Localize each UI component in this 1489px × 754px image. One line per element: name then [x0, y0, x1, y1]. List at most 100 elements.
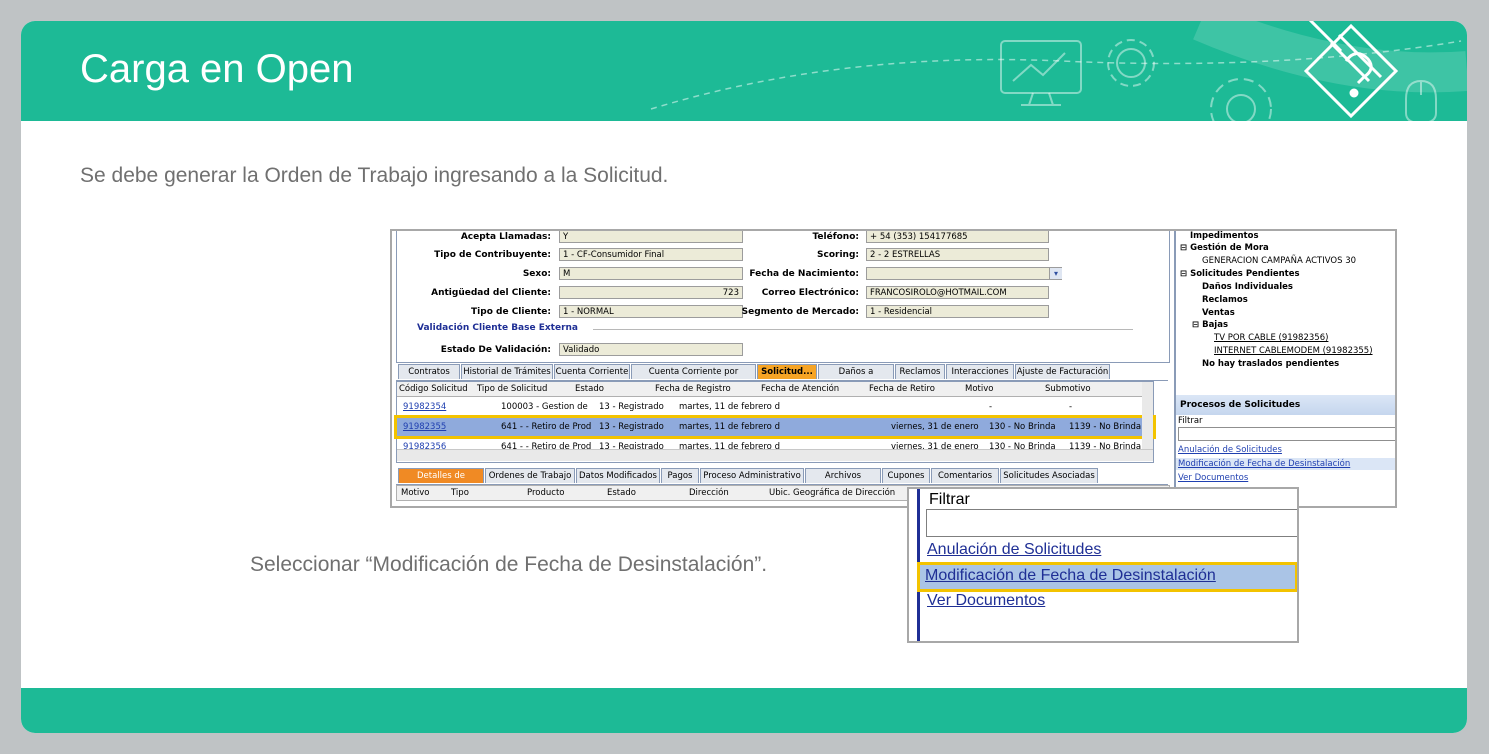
header-decoration-icon	[650, 21, 1467, 121]
grid-cell-motivo: -	[989, 402, 993, 412]
grid-header-cell[interactable]: Estado	[575, 382, 604, 396]
tree-pendientes[interactable]: ⊟ Solicitudes Pendientes	[1180, 269, 1300, 280]
field-antiguedad[interactable]: 723	[559, 286, 743, 299]
grid-header-cell[interactable]: Código Solicitud	[399, 382, 468, 396]
field-sexo[interactable]: M	[559, 267, 743, 280]
label-sexo: Sexo:	[522, 269, 551, 279]
tab-top-7[interactable]: Interacciones	[946, 364, 1014, 379]
section-divider	[593, 329, 1133, 330]
field-segmento[interactable]: 1 - Residencial	[866, 305, 1049, 318]
grid-cell-submotivo: -	[1069, 402, 1073, 412]
grid-cell-fecha-retiro: viernes, 31 de enero	[891, 422, 979, 432]
tab-bottom-7[interactable]: Comentarios	[931, 468, 999, 483]
tab-bottom-4[interactable]: Proceso Administrativo	[700, 468, 804, 483]
proc-ver-documentos[interactable]: Ver Documentos	[1178, 472, 1248, 484]
zoom-callout: Filtrar Anulación de Solicitudes Modific…	[907, 487, 1299, 643]
tab-bottom-2[interactable]: Datos Modificados	[576, 468, 660, 483]
procesos-filter-input[interactable]	[1178, 427, 1395, 441]
zoom-ver-documentos-link[interactable]: Ver Documentos	[927, 592, 1045, 610]
label-fecha-nacimiento: Fecha de Nacimiento:	[749, 269, 859, 279]
tree-campana[interactable]: GENERACION CAMPAÑA ACTIVOS 30	[1202, 256, 1356, 267]
procesos-header: Procesos de Solicitudes	[1176, 395, 1395, 415]
tab-top-6[interactable]: Reclamos	[895, 364, 945, 379]
tree-baja-tv[interactable]: TV POR CABLE (91982356)	[1214, 333, 1328, 344]
grid-header: Código Solicitud Tipo de Solicitud Estado F…	[397, 382, 1153, 397]
field-tipo-contribuyente[interactable]: 1 - CF-Consumidor Final	[559, 248, 743, 261]
grid-cell-motivo: 130 - No Brinda	[989, 422, 1056, 432]
tab-top-2[interactable]: Cuenta Corriente	[554, 364, 630, 379]
grid-cell-fecha-registro: martes, 11 de febrero d	[679, 402, 780, 412]
label-acepta-llamadas: Acepta Llamadas:	[460, 232, 551, 242]
label-segmento: Segmento de Mercado:	[741, 307, 859, 317]
grid-header-cell[interactable]: Motivo	[965, 382, 993, 396]
tree-danos[interactable]: Daños Individuales	[1202, 282, 1293, 293]
label-estado-validacion: Estado De Validación:	[440, 345, 551, 355]
label-scoring: Scoring:	[817, 250, 859, 260]
label-correo: Correo Electrónico:	[761, 288, 859, 298]
chevron-down-icon[interactable]: ▾	[1049, 268, 1062, 279]
table-row[interactable]: 91982354 100003 - Gestion de 13 - Registra…	[397, 398, 1153, 416]
detail-header-cell[interactable]: Motivo	[401, 486, 429, 500]
zoom-modificacion-link[interactable]: Modificación de Fecha de Desinstalación	[925, 567, 1216, 585]
zoom-anulacion-link[interactable]: Anulación de Solicitudes	[927, 541, 1101, 559]
detail-header-cell[interactable]: Tipo	[451, 486, 469, 500]
proc-modificacion-fecha[interactable]: Modificación de Fecha de Desinstalación	[1176, 458, 1395, 470]
table-row[interactable]: 91982355 641 - - Retiro de Prod 13 - Regis…	[394, 415, 1156, 439]
grid-cell-fecha-registro: martes, 11 de febrero d	[679, 422, 780, 432]
grid-header-cell[interactable]: Submotivo	[1045, 382, 1091, 396]
tab-top-8[interactable]: Ajuste de Facturación	[1015, 364, 1110, 379]
horizontal-scrollbar[interactable]	[397, 449, 1153, 461]
field-telefono[interactable]: + 54 (353) 154177685	[866, 231, 1049, 243]
field-fecha-nacimiento[interactable]	[866, 267, 1062, 280]
tree-pendientes-label: Solicitudes Pendientes	[1190, 269, 1300, 279]
field-estado-validacion[interactable]: Validado	[559, 343, 743, 356]
caption-text: Seleccionar “Modificación de Fecha de De…	[250, 553, 768, 576]
grid-header-cell[interactable]: Tipo de Solicitud	[477, 382, 547, 396]
tab-top-3[interactable]: Cuenta Corriente por Factura	[631, 364, 756, 392]
tree-bajas[interactable]: ⊟ Bajas	[1192, 320, 1228, 331]
field-acepta-llamadas[interactable]: Y	[559, 231, 743, 243]
tab-bottom-8[interactable]: Solicitudes Asociadas	[1000, 468, 1098, 483]
detail-header-cell[interactable]: Producto	[527, 486, 564, 500]
slide-title: Carga en Open	[80, 47, 354, 91]
field-tipo-cliente[interactable]: 1 - NORMAL	[559, 305, 743, 318]
tree-reclamos[interactable]: Reclamos	[1202, 295, 1248, 306]
tab-top-0[interactable]: Contratos	[398, 364, 460, 379]
grid-header-cell[interactable]: Fecha de Registro	[655, 382, 731, 396]
tab-top-1[interactable]: Historial de Trámites	[461, 364, 553, 379]
instruction-text: Se debe generar la Orden de Trabajo ingr…	[80, 164, 669, 187]
detail-header-cell[interactable]: Estado	[607, 486, 636, 500]
detail-header-cell[interactable]: Ubic. Geográfica de Dirección	[769, 486, 895, 500]
grid-cell-codigo[interactable]: 91982354	[403, 400, 446, 414]
tree-impedimentos[interactable]: Impedimentos	[1190, 231, 1259, 242]
grid-header-cell[interactable]: Fecha de Atención	[761, 382, 839, 396]
grid-cell-codigo[interactable]: 91982355	[403, 420, 446, 434]
tab-bottom-6[interactable]: Cupones	[882, 468, 930, 483]
tab-bottom-3[interactable]: Pagos	[661, 468, 699, 483]
tab-bottom-1[interactable]: Ordenes de Trabajo	[485, 468, 575, 483]
section-validacion: Validación Cliente Base Externa	[417, 323, 579, 333]
slide: Carga en Open Se debe generar la Orden d…	[21, 21, 1467, 733]
solicitudes-grid: Código Solicitud Tipo de Solicitud Estado F…	[394, 381, 1156, 463]
tree-gestion-mora[interactable]: ⊟ Gestión de Mora	[1180, 243, 1269, 254]
tab-top-5[interactable]: Daños a Producto	[818, 364, 894, 392]
tree-baja-internet[interactable]: INTERNET CABLEMODEM (91982355)	[1214, 346, 1373, 357]
label-tipo-cliente: Tipo de Cliente:	[471, 307, 551, 317]
app-screenshot: Acepta Llamadas: Y Teléfono: + 54 (353) …	[390, 229, 1397, 508]
grid-header-cell[interactable]: Fecha de Retiro	[869, 382, 935, 396]
tab-bottom-0[interactable]: Detalles de Solicitud	[398, 468, 484, 496]
tab-bottom-5[interactable]: Archivos Adjuntos	[805, 468, 881, 496]
label-tipo-contribuyente: Tipo de Contribuyente:	[434, 250, 551, 260]
proc-anulacion[interactable]: Anulación de Solicitudes	[1178, 444, 1282, 456]
tab-top-4[interactable]: Solicitud...	[757, 364, 817, 379]
vertical-scrollbar[interactable]	[1142, 382, 1153, 449]
field-correo[interactable]: FRANCOSIROLO@HOTMAIL.COM	[866, 286, 1049, 299]
customer-pane: Acepta Llamadas: Y Teléfono: + 54 (353) …	[392, 231, 1174, 506]
detail-header-cell[interactable]: Dirección	[689, 486, 729, 500]
tree-ventas[interactable]: Ventas	[1202, 308, 1235, 319]
label-telefono: Teléfono:	[812, 232, 859, 242]
grid-cell-tipo: 100003 - Gestion de	[501, 402, 588, 412]
side-panel: Impedimentos ⊟ Gestión de Mora GENERACIO…	[1174, 231, 1395, 506]
field-scoring[interactable]: 2 - 2 ESTRELLAS	[866, 248, 1049, 261]
zoom-filter-input[interactable]	[926, 509, 1297, 537]
